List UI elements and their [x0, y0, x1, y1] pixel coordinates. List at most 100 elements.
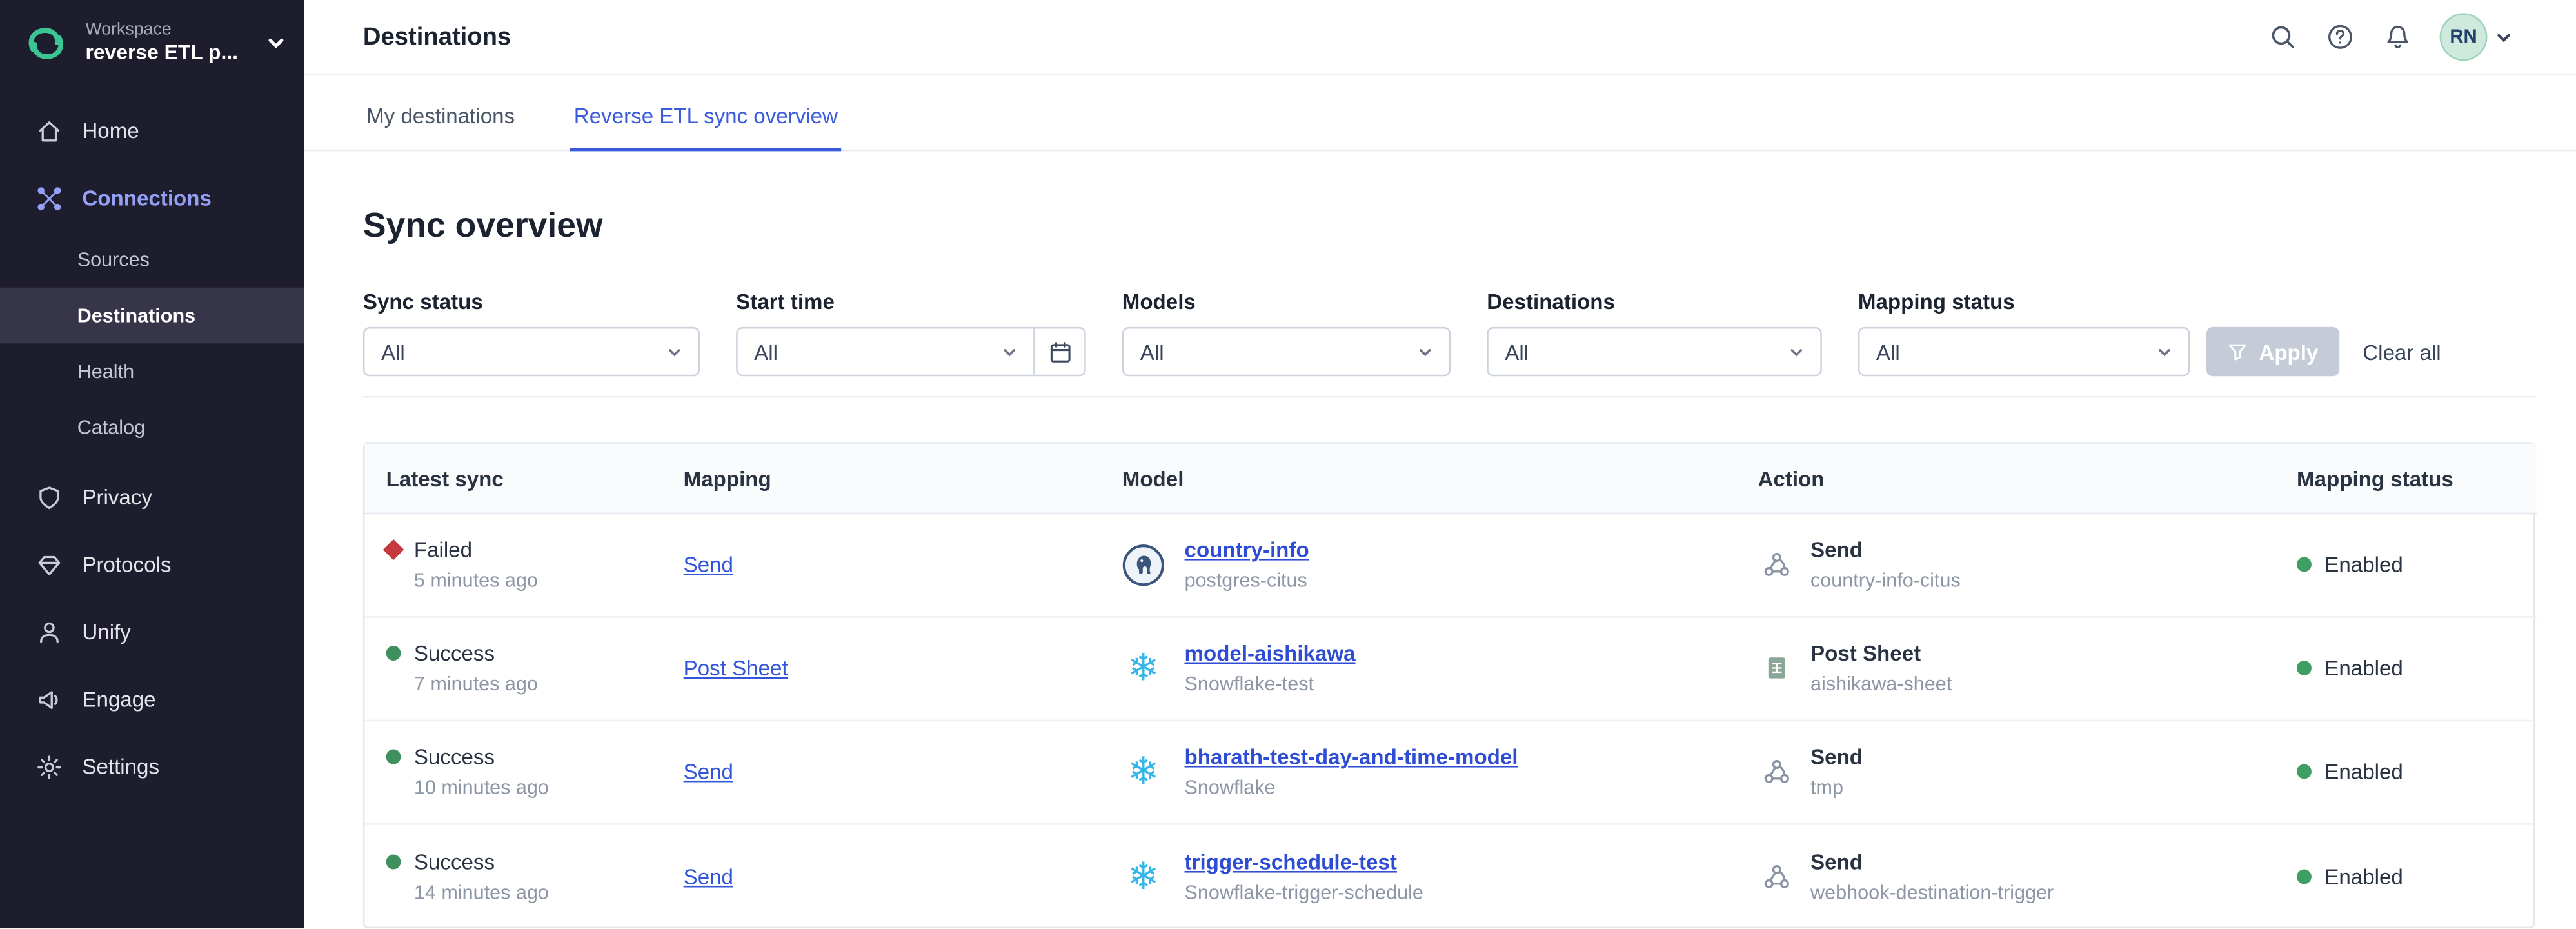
- sub-item-label: Destinations: [77, 304, 195, 327]
- column-mapping: Mapping: [662, 445, 1101, 514]
- model-link[interactable]: bharath-test-day-and-time-model: [1185, 745, 1518, 770]
- content: Sync overview Sync status All Start time…: [304, 152, 2576, 929]
- apply-button-label: Apply: [2259, 340, 2318, 365]
- sidebar-nav: Home Connections Sources Destinations He…: [0, 97, 304, 800]
- action-destination: aishikawa-sheet: [1810, 673, 1952, 696]
- sidebar-item-engage[interactable]: Engage: [0, 666, 304, 733]
- sidebar-item-catalog[interactable]: Catalog: [0, 399, 304, 455]
- tab-reverse-etl-sync-overview[interactable]: Reverse ETL sync overview: [571, 81, 841, 152]
- mapping-status-text: Enabled: [2324, 760, 2403, 784]
- enabled-status-icon: [2297, 869, 2312, 884]
- workspace-name: reverse ETL p...: [85, 41, 250, 66]
- sidebar-item-unify[interactable]: Unify: [0, 598, 304, 665]
- sidebar-item-home[interactable]: Home: [0, 97, 304, 164]
- model-source: Snowflake-test: [1185, 673, 1356, 696]
- filter-mapping-status: Mapping status All: [1858, 290, 2190, 377]
- chevron-down-icon: [2494, 28, 2514, 48]
- sync-status-text: Success: [414, 849, 495, 874]
- help-icon[interactable]: [2324, 23, 2354, 52]
- select-value: All: [1859, 340, 2155, 365]
- table-header-row: Latest sync Mapping Model Action Mapping…: [364, 445, 2536, 514]
- chevron-down-icon: [264, 31, 288, 54]
- chevron-down-icon: [2155, 343, 2188, 361]
- sidebar-item-connections[interactable]: Connections: [0, 165, 304, 232]
- success-status-icon: [386, 854, 401, 869]
- sync-status-select[interactable]: All: [363, 328, 700, 377]
- shield-icon: [34, 483, 62, 511]
- megaphone-icon: [34, 685, 62, 713]
- filter-destinations: Destinations All: [1487, 290, 1822, 377]
- calendar-icon[interactable]: [1033, 329, 1084, 375]
- top-bar-actions: RN: [2267, 14, 2513, 61]
- sidebar-item-label: Unify: [82, 619, 130, 644]
- filter-label: Start time: [736, 290, 1086, 314]
- mapping-link[interactable]: Send: [684, 760, 733, 784]
- select-value: All: [738, 340, 1001, 365]
- sync-status-text: Failed: [414, 538, 472, 563]
- apply-button[interactable]: Apply: [2206, 328, 2340, 377]
- chevron-down-icon: [1000, 343, 1033, 361]
- sidebar-item-health[interactable]: Health: [0, 343, 304, 399]
- chevron-down-icon: [666, 343, 698, 361]
- user-menu[interactable]: RN: [2440, 14, 2514, 61]
- action-destination: tmp: [1810, 776, 1863, 799]
- mapping-status-text: Enabled: [2324, 656, 2403, 681]
- column-model: Model: [1101, 445, 1737, 514]
- action-destination: webhook-destination-trigger: [1810, 880, 2054, 903]
- sidebar-item-destinations[interactable]: Destinations: [0, 288, 304, 344]
- tab-my-destinations[interactable]: My destinations: [363, 81, 518, 150]
- sidebar-item-sources[interactable]: Sources: [0, 232, 304, 288]
- action-name: Send: [1810, 745, 1863, 770]
- avatar: RN: [2440, 14, 2488, 61]
- mapping-status-select[interactable]: All: [1858, 328, 2190, 377]
- select-value: All: [1124, 340, 1416, 365]
- mapping-link[interactable]: Send: [684, 864, 733, 888]
- models-select[interactable]: All: [1122, 328, 1451, 377]
- filter-label: Mapping status: [1858, 290, 2190, 314]
- bell-icon[interactable]: [2382, 23, 2412, 52]
- chevron-down-icon: [1787, 343, 1820, 361]
- snowflake-icon: ❄: [1122, 751, 1165, 794]
- enabled-status-icon: [2297, 764, 2312, 779]
- column-latest-sync: Latest sync: [364, 445, 662, 514]
- mapping-link[interactable]: Post Sheet: [684, 656, 788, 681]
- sync-status-text: Success: [414, 641, 495, 666]
- model-link[interactable]: model-aishikawa: [1185, 641, 1356, 666]
- app-window: Workspace reverse ETL p... Home Connecti…: [0, 0, 2576, 929]
- sidebar-item-settings[interactable]: Settings: [0, 733, 304, 800]
- failed-status-icon: [383, 540, 404, 561]
- model-link[interactable]: country-info: [1185, 538, 1309, 563]
- sync-time: 5 minutes ago: [386, 569, 662, 592]
- sidebar: Workspace reverse ETL p... Home Connecti…: [0, 0, 304, 929]
- model-source: postgres-citus: [1185, 569, 1309, 592]
- sidebar-item-privacy[interactable]: Privacy: [0, 463, 304, 530]
- success-status-icon: [386, 646, 401, 661]
- chevron-down-icon: [1416, 343, 1449, 361]
- success-status-icon: [386, 750, 401, 765]
- webhook-icon: [1758, 858, 1794, 894]
- sidebar-item-label: Settings: [82, 754, 159, 779]
- clear-all-button[interactable]: Clear all: [2363, 328, 2441, 377]
- column-action: Action: [1736, 445, 2275, 514]
- destinations-select[interactable]: All: [1487, 328, 1822, 377]
- mapping-link[interactable]: Send: [684, 553, 733, 577]
- page-title: Sync overview: [363, 208, 2535, 247]
- action-name: Send: [1810, 849, 2054, 874]
- column-mapping-status: Mapping status: [2275, 445, 2537, 514]
- connections-subnav: Sources Destinations Health Catalog: [0, 232, 304, 455]
- sidebar-item-protocols[interactable]: Protocols: [0, 531, 304, 598]
- select-value: All: [1489, 340, 1788, 365]
- webhook-icon: [1758, 754, 1794, 790]
- model-link[interactable]: trigger-schedule-test: [1185, 849, 1397, 874]
- webhook-icon: [1758, 547, 1794, 583]
- filter-models: Models All: [1122, 290, 1451, 377]
- search-icon[interactable]: [2267, 23, 2297, 52]
- rudderstack-logo-icon: [21, 18, 70, 67]
- sync-time: 14 minutes ago: [386, 880, 662, 903]
- start-time-select[interactable]: All: [736, 328, 1086, 377]
- model-source: Snowflake: [1185, 776, 1518, 799]
- filter-funnel-icon: [2228, 343, 2248, 363]
- table-row: Success 14 minutes ago Send ❄ trigger-sc…: [364, 824, 2536, 927]
- sidebar-item-label: Home: [82, 118, 139, 143]
- workspace-switcher[interactable]: Workspace reverse ETL p...: [0, 0, 304, 84]
